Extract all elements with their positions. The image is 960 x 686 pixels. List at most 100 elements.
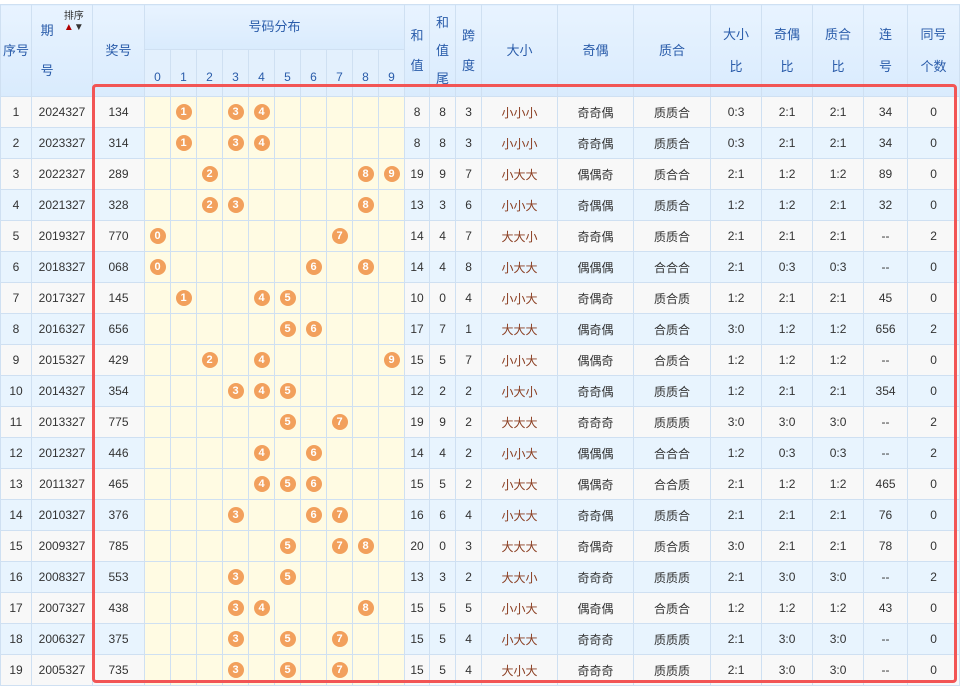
period-cell: 2024327 [31,96,93,128]
distribution-cell-7 [326,282,353,314]
span-cell: 2 [455,406,483,438]
period-cell: 2019327 [31,220,93,252]
big-small-cell: 小大大 [481,623,559,655]
consecutive-cell: -- [863,623,909,655]
same-count-cell: 0 [907,468,960,500]
span-cell: 7 [455,158,483,190]
distribution-cell-2 [196,437,223,469]
number-ball: 6 [305,321,322,337]
distribution-cell-8: 8 [352,530,379,562]
distribution-cell-3: 3 [222,561,249,593]
big-small-cell: 小大大 [481,251,559,283]
distribution-cell-3 [222,251,249,283]
span-cell: 3 [455,127,483,159]
prime-comp-cell: 质质质 [633,654,712,686]
number-ball: 4 [253,600,270,616]
number-ball: 1 [175,290,192,306]
distribution-cell-0 [144,375,171,407]
distribution-cell-6 [300,623,327,655]
prize-number: 289 [92,158,145,190]
row-index: 4 [0,189,32,221]
prime-comp-ratio-cell: 1:2 [812,344,865,376]
prime-comp-ratio-cell: 1:2 [812,592,865,624]
odd-even-cell: 奇奇偶 [557,127,635,159]
distribution-cell-5 [274,344,301,376]
prime-comp-cell: 合质合 [633,592,712,624]
consecutive-cell: 656 [863,313,909,345]
distribution-cell-6 [300,530,327,562]
distribution-cell-4: 4 [248,375,275,407]
consecutive-cell: 34 [863,127,909,159]
period-cell: 2009327 [31,530,93,562]
number-ball: 5 [279,662,296,678]
distribution-cell-8 [352,406,379,438]
same-count-cell: 2 [907,313,960,345]
span-cell: 2 [455,561,483,593]
distribution-cell-7 [326,561,353,593]
period-cell: 2015327 [31,344,93,376]
big-small-cell: 小小大 [481,592,559,624]
prime-comp-ratio-cell: 2:1 [812,127,865,159]
sum-cell: 15 [404,592,431,624]
odd-even-ratio-cell: 1:2 [761,189,814,221]
big-small-ratio-cell: 2:1 [710,220,763,252]
number-ball: 4 [253,135,270,151]
distribution-cell-1 [170,499,197,531]
sum-cell: 8 [404,96,431,128]
sum-tail-cell: 5 [429,623,457,655]
odd-even-ratio-cell: 3:0 [761,623,814,655]
odd-even-ratio-cell: 2:1 [761,127,814,159]
distribution-cell-5: 5 [274,623,301,655]
row-index: 8 [0,313,32,345]
prime-comp-cell: 合质合 [633,344,712,376]
sum-cell: 19 [404,406,431,438]
sort-asc-icon[interactable]: ▲ [64,22,74,33]
odd-even-ratio-cell: 2:1 [761,499,814,531]
big-small-cell: 大大大 [481,313,559,345]
big-small-cell: 大大小 [481,561,559,593]
number-ball: 5 [279,538,296,554]
table-row: 11 2013327 775 5 7 19 9 2 大大大 奇奇奇 质质质 3:0 3:0 3:0 -- 2 [0,406,960,438]
number-ball: 3 [227,662,244,678]
prize-number: 328 [92,189,145,221]
row-index: 9 [0,344,32,376]
distribution-cell-5 [274,220,301,252]
distribution-cell-2 [196,220,223,252]
prime-comp-ratio-cell: 2:1 [812,530,865,562]
prime-comp-cell: 质质质 [633,561,712,593]
distribution-cell-9 [377,406,406,438]
sum-cell: 15 [404,468,431,500]
number-ball: 3 [227,600,244,616]
same-count-cell: 0 [907,344,960,376]
table-row: 18 2006327 375 3 5 7 15 5 4 小大大 奇奇奇 质质质 2:1 3:0 3:0 -- 0 [0,623,960,655]
header-period[interactable]: 期号 排序 ▲▼ [31,4,93,97]
row-index: 3 [0,158,32,190]
number-ball: 0 [149,259,166,275]
distribution-cell-1 [170,251,197,283]
number-ball: 4 [253,476,270,492]
big-small-ratio-cell: 0:3 [710,96,763,128]
odd-even-cell: 奇偶奇 [557,530,635,562]
header-digit-5: 5 [274,49,301,97]
distribution-cell-8 [352,344,379,376]
distribution-cell-9 [377,96,406,128]
header-odd-even: 奇偶 [557,4,635,97]
distribution-cell-4: 4 [248,127,275,159]
distribution-cell-7 [326,468,353,500]
number-ball: 9 [383,352,400,368]
odd-even-cell: 偶偶偶 [557,437,635,469]
distribution-cell-4 [248,406,275,438]
span-cell: 8 [455,251,483,283]
prime-comp-ratio-cell: 2:1 [812,282,865,314]
odd-even-cell: 奇奇奇 [557,406,635,438]
number-ball: 3 [227,569,244,585]
distribution-cell-6 [300,592,327,624]
header-prime-comp-ratio: 质合比 [812,4,865,97]
number-ball: 3 [227,104,244,120]
prize-number: 134 [92,96,145,128]
distribution-cell-1 [170,344,197,376]
distribution-cell-5 [274,96,301,128]
sort-control[interactable]: 排序 ▲▼ [64,11,84,33]
sort-desc-icon[interactable]: ▼ [74,22,84,33]
distribution-cell-6 [300,406,327,438]
